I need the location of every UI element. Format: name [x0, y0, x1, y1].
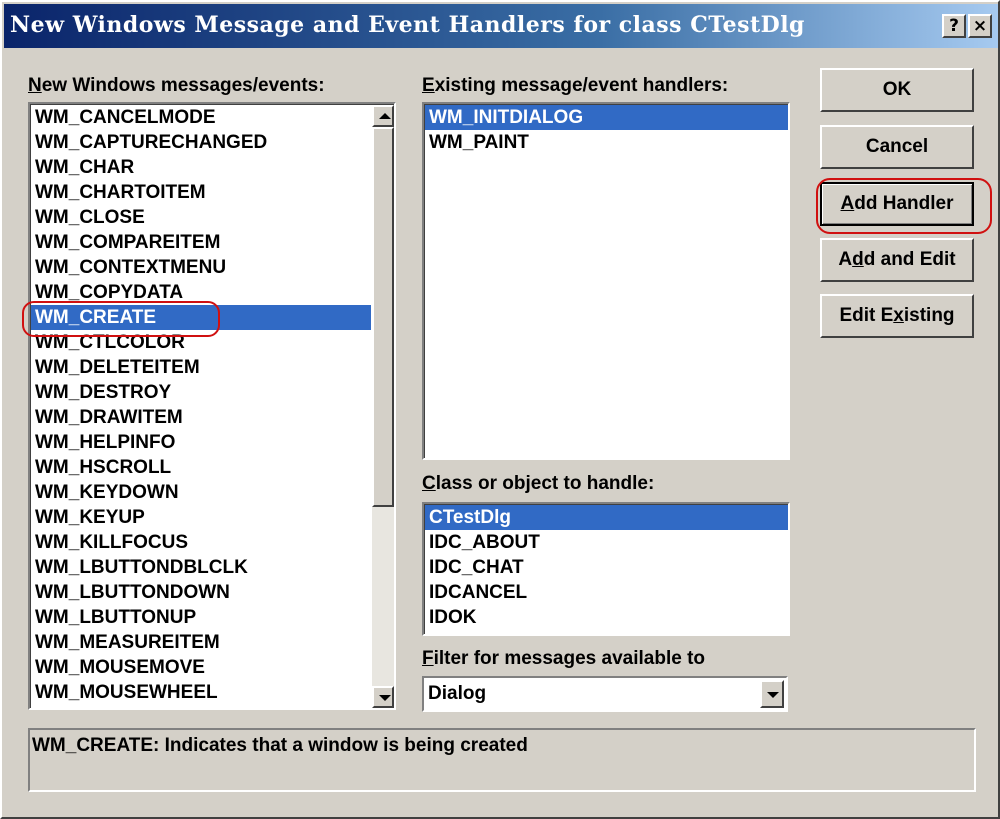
existing-handlers-label: Existing message/event handlers:: [422, 74, 728, 98]
filter-dropdown-button[interactable]: [760, 680, 784, 708]
new-messages-scrollbar[interactable]: [372, 105, 394, 708]
message-list-item[interactable]: WM_MOUSEMOVE: [31, 655, 371, 680]
message-list-item[interactable]: WM_CHARTOITEM: [31, 180, 371, 205]
arrow-down-icon: [379, 695, 391, 701]
message-list-item[interactable]: WM_HELPINFO: [31, 430, 371, 455]
message-list-item[interactable]: WM_CHAR: [31, 155, 371, 180]
message-list-item[interactable]: WM_CREATE: [31, 305, 371, 330]
class-list-item[interactable]: CTestDlg: [425, 505, 788, 530]
cancel-button[interactable]: Cancel: [820, 125, 974, 169]
message-list-item[interactable]: WM_COPYDATA: [31, 280, 371, 305]
description-text: WM_CREATE: Indicates that a window is be…: [32, 735, 528, 756]
new-messages-label-text: ew Windows messages/events:: [41, 75, 325, 96]
add-handler-label: dd Handler: [854, 193, 954, 214]
message-list-item[interactable]: WM_COMPAREITEM: [31, 230, 371, 255]
class-list-item[interactable]: IDOK: [425, 605, 788, 630]
message-list-item[interactable]: WM_CLOSE: [31, 205, 371, 230]
class-list-item[interactable]: IDC_ABOUT: [425, 530, 788, 555]
edit-existing-button[interactable]: Edit Existing: [820, 294, 974, 338]
message-list-item[interactable]: WM_LBUTTONDOWN: [31, 580, 371, 605]
add-handler-hotkey: A: [840, 193, 855, 214]
message-list-item[interactable]: WM_KEYUP: [31, 505, 371, 530]
new-messages-listbox[interactable]: WM_CANCELMODE WM_CAPTURECHANGED WM_CHAR WM_…: [28, 102, 396, 710]
arrow-up-icon: [379, 113, 391, 119]
scroll-down-button[interactable]: [372, 686, 394, 708]
message-list-item[interactable]: WM_CTLCOLOR: [31, 330, 371, 355]
filter-label-hotkey: F: [422, 648, 434, 669]
message-list-item[interactable]: WM_CAPTURECHANGED: [31, 130, 371, 155]
new-messages-label: New Windows messages/events:: [28, 74, 325, 98]
chevron-down-icon: [767, 692, 779, 698]
class-object-label: Class or object to handle:: [422, 472, 654, 496]
help-button[interactable]: ?: [942, 14, 966, 38]
existing-handlers-label-hotkey: E: [422, 75, 435, 96]
handler-list-item[interactable]: WM_INITDIALOG: [425, 105, 788, 130]
filter-combobox[interactable]: Dialog: [422, 676, 788, 712]
dialog-window: New Windows Message and Event Handlers f…: [0, 0, 1000, 819]
message-list-item[interactable]: WM_KEYDOWN: [31, 480, 371, 505]
add-edit-label-rest: d and Edit: [863, 249, 956, 270]
add-edit-hotkey: d: [852, 249, 864, 270]
add-edit-label-pre: A: [838, 249, 853, 270]
message-list-item[interactable]: WM_CANCELMODE: [31, 105, 371, 130]
class-object-label-hotkey: C: [422, 473, 436, 494]
ok-button[interactable]: OK: [820, 68, 974, 112]
class-object-list: CTestDlg IDC_ABOUT IDC_CHAT IDCANCEL IDOK: [425, 505, 788, 630]
message-list-item[interactable]: WM_LBUTTONDBLCLK: [31, 555, 371, 580]
class-object-label-text: lass or object to handle:: [435, 473, 655, 494]
message-list-item[interactable]: WM_DESTROY: [31, 380, 371, 405]
filter-value: Dialog: [428, 683, 487, 704]
message-list-item[interactable]: WM_KILLFOCUS: [31, 530, 371, 555]
class-list-item[interactable]: IDC_CHAT: [425, 555, 788, 580]
message-list-item[interactable]: WM_LBUTTONUP: [31, 605, 371, 630]
class-object-listbox[interactable]: CTestDlg IDC_ABOUT IDC_CHAT IDCANCEL IDOK: [422, 502, 790, 636]
edit-existing-label-rest: isting: [903, 305, 955, 326]
new-messages-label-hotkey: N: [28, 75, 42, 96]
edit-existing-label-pre: Edit E: [839, 305, 894, 326]
scroll-thumb[interactable]: [372, 127, 394, 507]
edit-existing-hotkey: x: [893, 305, 904, 326]
filter-label-text: ilter for messages available to: [433, 648, 706, 669]
window-title: New Windows Message and Event Handlers f…: [10, 12, 805, 38]
message-list-item[interactable]: WM_MEASUREITEM: [31, 630, 371, 655]
existing-handlers-label-text: xisting message/event handlers:: [434, 75, 729, 96]
existing-handlers-list: WM_INITDIALOG WM_PAINT: [425, 105, 788, 155]
class-list-item[interactable]: IDCANCEL: [425, 580, 788, 605]
message-list-item[interactable]: WM_DELETEITEM: [31, 355, 371, 380]
close-button[interactable]: ×: [968, 14, 992, 38]
title-bar[interactable]: New Windows Message and Event Handlers f…: [4, 4, 998, 48]
existing-handlers-listbox[interactable]: WM_INITDIALOG WM_PAINT: [422, 102, 790, 460]
scroll-up-button[interactable]: [372, 105, 394, 127]
new-messages-list: WM_CANCELMODE WM_CAPTURECHANGED WM_CHAR WM_…: [31, 105, 394, 705]
description-box: WM_CREATE: Indicates that a window is be…: [28, 728, 976, 792]
add-handler-button[interactable]: Add Handler: [820, 182, 974, 226]
message-list-item[interactable]: WM_HSCROLL: [31, 455, 371, 480]
filter-label: Filter for messages available to: [422, 647, 705, 671]
message-list-item[interactable]: WM_CONTEXTMENU: [31, 255, 371, 280]
message-list-item[interactable]: WM_DRAWITEM: [31, 405, 371, 430]
handler-list-item[interactable]: WM_PAINT: [425, 130, 788, 155]
add-and-edit-button[interactable]: Add and Edit: [820, 238, 974, 282]
message-list-item[interactable]: WM_MOUSEWHEEL: [31, 680, 371, 705]
